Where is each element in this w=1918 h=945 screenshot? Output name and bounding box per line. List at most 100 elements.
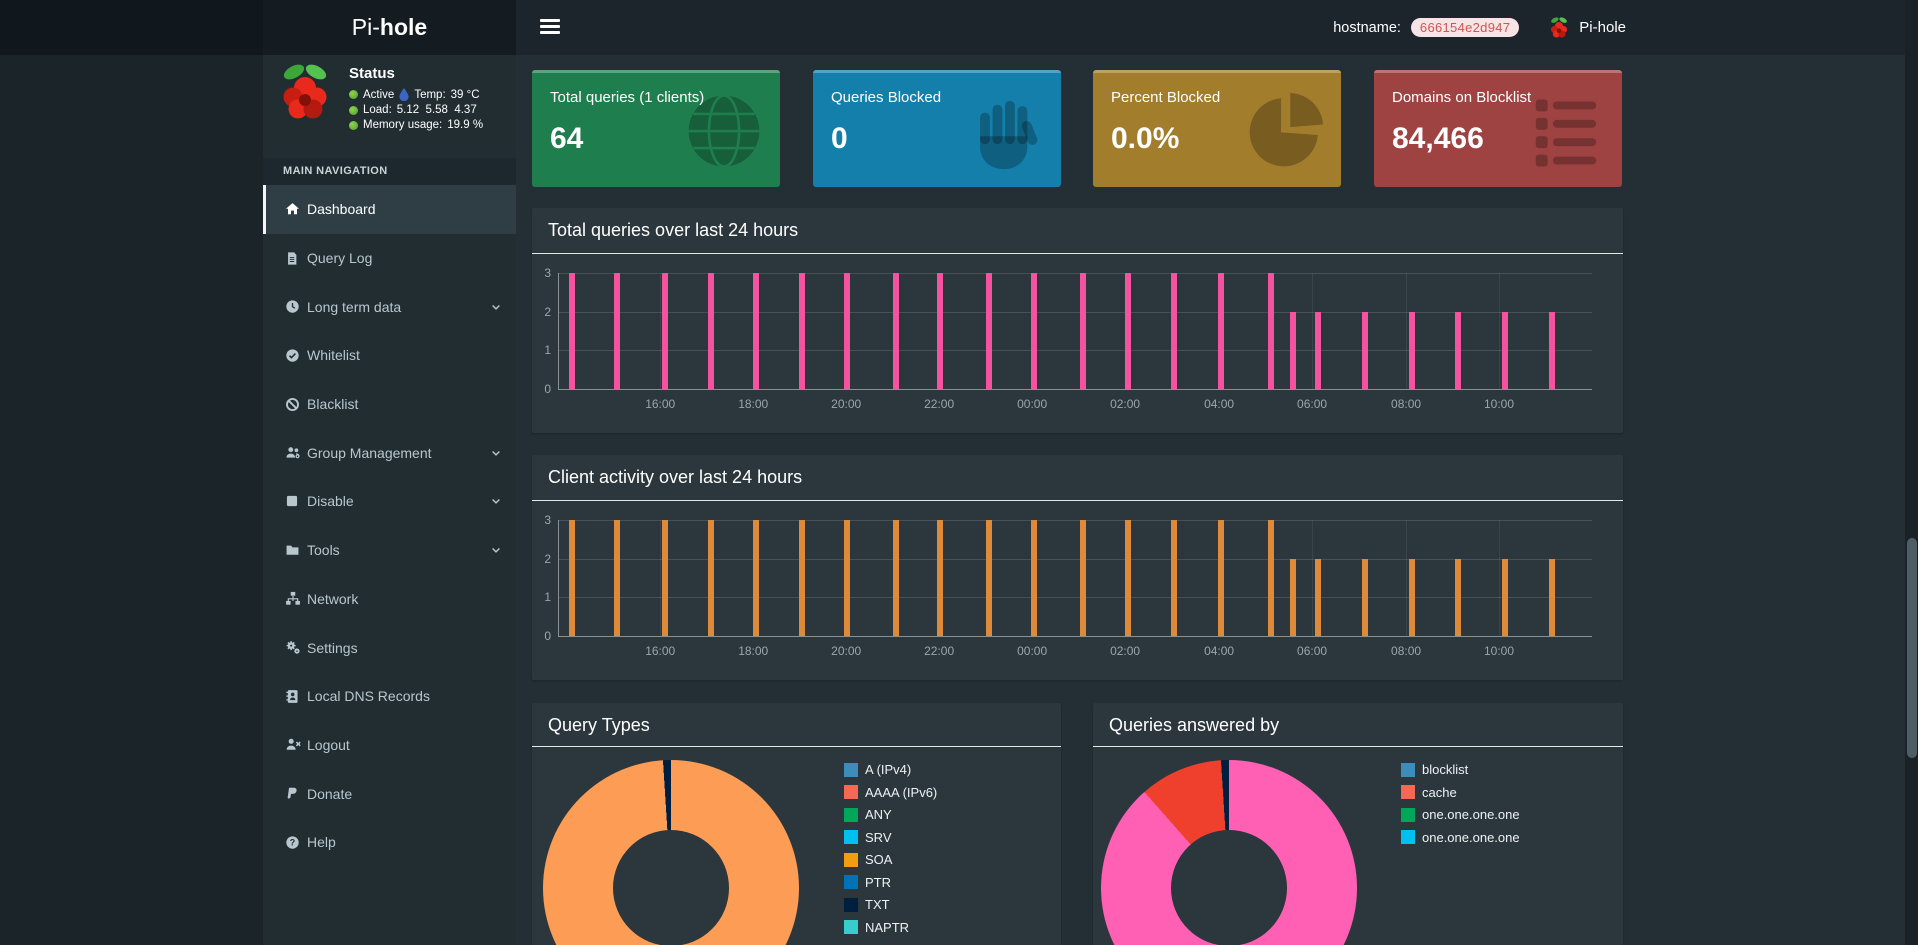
query-bar[interactable] bbox=[569, 520, 576, 636]
legend-item[interactable]: SRV bbox=[844, 830, 937, 845]
navbar-brand-right[interactable]: Pi-hole bbox=[1547, 16, 1626, 40]
query-bar[interactable] bbox=[1502, 558, 1509, 636]
query-bar[interactable] bbox=[1079, 520, 1086, 636]
query-bar[interactable] bbox=[1079, 273, 1086, 389]
query-bar[interactable] bbox=[1267, 520, 1274, 636]
query-bar[interactable] bbox=[892, 520, 899, 636]
query-bar[interactable] bbox=[662, 520, 669, 636]
legend-item[interactable]: A (IPv4) bbox=[844, 762, 937, 777]
query-bar[interactable] bbox=[844, 520, 851, 636]
query-bar[interactable] bbox=[1218, 273, 1225, 389]
stat-card-label: Percent Blocked bbox=[1111, 89, 1221, 106]
query-bar[interactable] bbox=[753, 520, 760, 636]
query-bar[interactable] bbox=[937, 273, 944, 389]
sidebar-item-settings[interactable]: Settings bbox=[263, 623, 516, 672]
legend-swatch-icon bbox=[844, 920, 858, 934]
sitemap-icon bbox=[285, 591, 307, 606]
query-bar[interactable] bbox=[1454, 311, 1461, 389]
legend-item[interactable]: SOA bbox=[844, 852, 937, 867]
query-bar[interactable] bbox=[753, 273, 760, 389]
query-bar[interactable] bbox=[985, 273, 992, 389]
query-bar[interactable] bbox=[1125, 520, 1132, 636]
query-bar[interactable] bbox=[892, 273, 899, 389]
sidebar-item-whitelist[interactable]: Whitelist bbox=[263, 331, 516, 380]
query-bar[interactable] bbox=[613, 520, 620, 636]
brand-logo[interactable]: Pi-hole bbox=[263, 0, 516, 55]
sidebar-item-donate[interactable]: Donate bbox=[263, 769, 516, 818]
query-bar[interactable] bbox=[798, 273, 805, 389]
sidebar-item-long-term-data[interactable]: Long term data bbox=[263, 282, 516, 331]
legend-item[interactable]: one.one.one.one bbox=[1401, 830, 1520, 845]
legend-item[interactable]: one.one.one.one bbox=[1401, 807, 1520, 822]
sidebar-item-network[interactable]: Network bbox=[263, 575, 516, 624]
legend-swatch-icon bbox=[1401, 830, 1415, 844]
query-bar[interactable] bbox=[1409, 311, 1416, 389]
query-bar[interactable] bbox=[1290, 311, 1297, 389]
chevron-down-icon bbox=[490, 495, 502, 507]
query-bar[interactable] bbox=[844, 273, 851, 389]
query-bar[interactable] bbox=[1315, 558, 1322, 636]
sidebar-item-blacklist[interactable]: Blacklist bbox=[263, 380, 516, 429]
query-bar[interactable] bbox=[1409, 558, 1416, 636]
legend-item[interactable]: TXT bbox=[844, 897, 937, 912]
query-bar[interactable] bbox=[1031, 273, 1038, 389]
query-bar[interactable] bbox=[1031, 520, 1038, 636]
client-activity-chart[interactable]: 0 1 2 3 16:00 18:00 20:00 22:00 00:00 02:00 04:00 0… bbox=[544, 513, 1592, 658]
main-content: Total queries (1 clients) 64 Queries Block… bbox=[516, 55, 1918, 945]
query-bar[interactable] bbox=[1170, 273, 1177, 389]
legend-item[interactable]: ANY bbox=[844, 807, 937, 822]
sidebar-item-query-log[interactable]: Query Log bbox=[263, 234, 516, 283]
stat-card-value: 64 bbox=[550, 122, 584, 155]
legend-item[interactable]: AAAA (IPv6) bbox=[844, 785, 937, 800]
hostname-label: hostname: bbox=[1333, 19, 1401, 36]
query-bar[interactable] bbox=[1548, 311, 1555, 389]
query-bar[interactable] bbox=[1170, 520, 1177, 636]
load-values: 5.12 5.58 4.37 bbox=[396, 104, 477, 116]
query-bar[interactable] bbox=[707, 520, 714, 636]
query-bar[interactable] bbox=[662, 273, 669, 389]
query-bar[interactable] bbox=[937, 520, 944, 636]
query-bar[interactable] bbox=[1548, 558, 1555, 636]
sidebar-item-help[interactable]: ? Help bbox=[263, 818, 516, 867]
query-bar[interactable] bbox=[1267, 273, 1274, 389]
sidebar-item-local-dns-records[interactable]: Local DNS Records bbox=[263, 672, 516, 721]
legend-swatch-icon bbox=[844, 875, 858, 889]
sidebar-item-logout[interactable]: Logout bbox=[263, 721, 516, 770]
sidebar-item-group-management[interactable]: Group Management bbox=[263, 428, 516, 477]
stat-card: Total queries (1 clients) 64 bbox=[532, 70, 780, 187]
query-bar[interactable] bbox=[1315, 311, 1322, 389]
legend-swatch-icon bbox=[1401, 762, 1415, 777]
stat-card-value: 0 bbox=[831, 122, 848, 155]
query-bar[interactable] bbox=[1125, 273, 1132, 389]
query-types-donut-chart[interactable] bbox=[543, 760, 799, 945]
query-bar[interactable] bbox=[985, 520, 992, 636]
query-bar[interactable] bbox=[1290, 558, 1297, 636]
query-bar[interactable] bbox=[1218, 520, 1225, 636]
sidebar-item-dashboard[interactable]: Dashboard bbox=[263, 185, 516, 234]
query-bar[interactable] bbox=[707, 273, 714, 389]
legend-item[interactable]: NAPTR bbox=[844, 920, 937, 935]
scrollbar-track[interactable] bbox=[1905, 0, 1918, 945]
query-bar[interactable] bbox=[1361, 311, 1368, 389]
sidebar-item-tools[interactable]: Tools bbox=[263, 526, 516, 575]
total-queries-chart[interactable]: 0 1 2 3 16:00 18:00 20:00 22:00 00:00 02:00 04:00 0… bbox=[544, 266, 1592, 411]
query-bar[interactable] bbox=[798, 520, 805, 636]
sidebar-item-label: Settings bbox=[307, 639, 358, 656]
query-bar[interactable] bbox=[1502, 311, 1509, 389]
legend-item[interactable]: PTR bbox=[844, 875, 937, 890]
query-bar[interactable] bbox=[569, 273, 576, 389]
queries-answered-donut-chart[interactable] bbox=[1101, 760, 1357, 945]
query-bar[interactable] bbox=[1361, 558, 1368, 636]
legend-item[interactable]: cache bbox=[1401, 785, 1520, 800]
sidebar-item-disable[interactable]: Disable bbox=[263, 477, 516, 526]
scrollbar-thumb[interactable] bbox=[1906, 538, 1917, 758]
folder-icon bbox=[285, 543, 307, 557]
query-bar[interactable] bbox=[1454, 558, 1461, 636]
sidebar-item-label: Dashboard bbox=[307, 201, 376, 218]
sidebar-item-label: Query Log bbox=[307, 250, 373, 267]
sidebar-item-label: Long term data bbox=[307, 298, 402, 315]
legend-item[interactable]: blocklist bbox=[1401, 762, 1520, 777]
legend-label: PTR bbox=[865, 874, 891, 890]
query-bar[interactable] bbox=[613, 273, 620, 389]
sidebar-toggle-icon[interactable] bbox=[540, 19, 560, 35]
